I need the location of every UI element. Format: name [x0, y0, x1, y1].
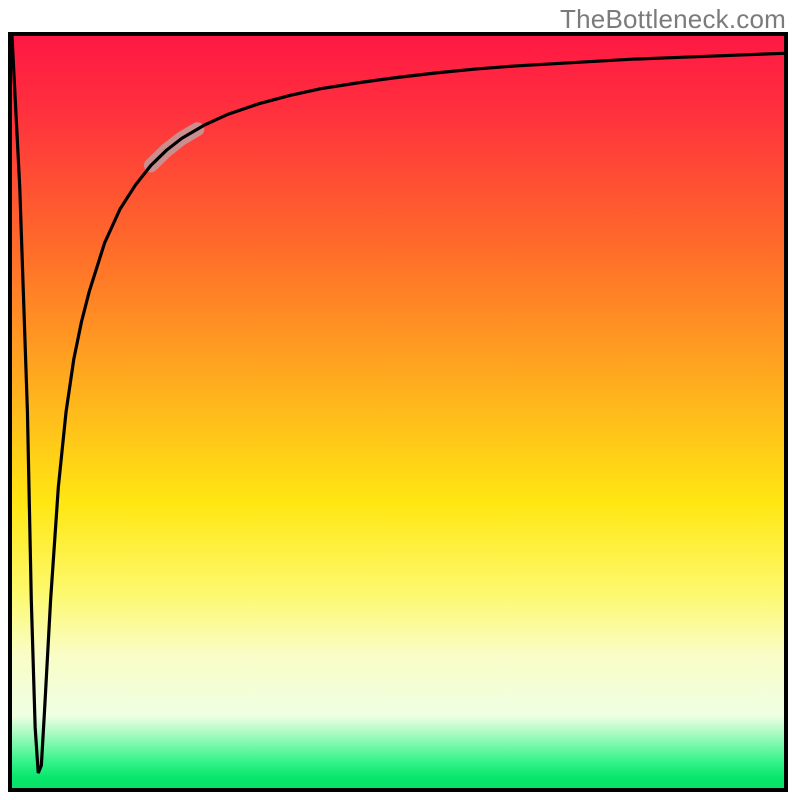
plot-frame [8, 32, 788, 792]
curve-main [12, 36, 784, 773]
curve-svg [12, 36, 784, 788]
attribution-text: TheBottleneck.com [560, 4, 786, 35]
chart-wrap: TheBottleneck.com [0, 0, 800, 800]
